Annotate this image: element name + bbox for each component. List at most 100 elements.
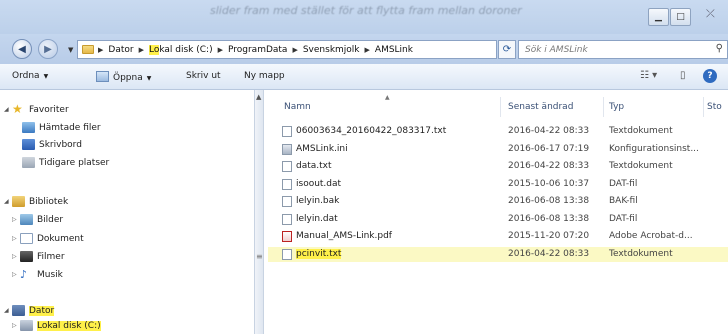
collapse-icon[interactable]: ▷ [12,253,20,260]
table-row[interactable]: pcinvit.txt 2016-04-22 08:33 Textdokument [268,246,728,262]
chevron-down-icon: ▼ [146,75,152,82]
file-name: Manual_AMS-Link.pdf [296,231,392,241]
window-title-blurred: slider fram med stället för att flytta f… [210,4,522,17]
pictures-icon [20,214,33,225]
file-type: DAT-fil [609,178,638,189]
chevron-right-icon[interactable]: ▶ [218,46,223,54]
open-button[interactable]: Öppna ▼ [96,71,151,83]
pdf-file-icon [282,231,292,242]
chevron-right-icon: ▶ [98,45,104,54]
column-header-size[interactable]: Sto [703,97,728,117]
file-name: pcinvit.txt [296,248,342,259]
arrow-left-icon: ◀ [18,43,26,55]
expand-icon[interactable]: ◢ [4,307,12,314]
scroll-grip-icon[interactable]: ≡ [256,252,263,261]
maximize-button[interactable]: □ [670,8,691,26]
config-file-icon [282,143,292,155]
nav-libraries-label: Bibliotek [29,196,69,207]
file-date: 2016-06-17 07:19 [508,143,590,154]
table-row[interactable]: Manual_AMS-Link.pdf 2015-11-20 07:20 Adobe… [268,229,728,244]
file-name: data.txt [296,161,332,171]
nav-recent[interactable]: Tidigare platser [22,157,109,168]
organize-button[interactable]: Ordna ▼ [12,71,48,81]
column-divider[interactable] [500,97,501,117]
nav-favorites-label: Favoriter [29,104,69,115]
breadcrumb-dator[interactable]: Dator [108,45,133,55]
breadcrumb-svenskmjolk[interactable]: Svenskmjolk [303,45,360,55]
collapse-icon[interactable]: ▷ [12,235,20,242]
chevron-right-icon[interactable]: ▶ [365,46,370,54]
pane-splitter-scrollbar[interactable] [254,90,264,334]
nav-pictures-label: Bilder [37,214,64,225]
breadcrumb-amslink[interactable]: AMSLink [375,45,413,55]
file-type: BAK-fil [609,196,638,206]
nav-local-disk[interactable]: ▷ Lokal disk (C:) [12,320,101,331]
collapse-icon[interactable]: ▷ [12,322,20,329]
table-row[interactable]: 06003634_20160422_083317.txt 2016-04-22 0… [268,124,728,139]
nav-pictures[interactable]: ▷ Bilder [12,214,63,225]
back-button[interactable]: ◀ [12,39,32,59]
search-input[interactable]: Sök i AMSLink ⚲ [518,40,728,59]
breadcrumb-local-disk-rest: kal disk (C:) [159,44,213,55]
breadcrumb-highlight: Lo [148,44,160,55]
command-bar: Ordna ▼ Öppna ▼ Skriv ut Ny mapp ☷ ▾ ▯ ? [0,64,728,90]
expand-icon[interactable]: ◢ [4,106,12,113]
nav-documents[interactable]: ▷ Dokument [12,233,84,244]
table-row[interactable]: data.txt 2016-04-22 08:33 Textdokument [268,159,728,174]
file-name: 06003634_20160422_083317.txt [296,126,447,136]
chevron-right-icon[interactable]: ▶ [292,46,297,54]
open-label: Öppna [113,73,143,83]
refresh-button[interactable]: ⟳ [498,40,516,59]
table-row[interactable]: AMSLink.ini 2016-06-17 07:19 Konfiguration… [268,142,728,157]
column-header-type[interactable]: Typ [603,97,703,117]
table-row[interactable]: isoout.dat 2015-10-06 10:37 DAT-fil [268,177,728,192]
file-name: lelyin.bak [296,196,340,206]
close-button[interactable]: ⤫ [706,7,715,21]
nav-computer[interactable]: ◢ Dator [4,305,55,316]
computer-icon [12,305,25,316]
folder-icon [82,45,94,54]
nav-music-label: Musik [37,269,63,280]
preview-pane-icon[interactable]: ▯ [680,70,686,81]
star-icon: ★ [12,102,23,116]
column-header-name[interactable]: Namn [278,97,498,117]
help-icon[interactable]: ? [703,69,717,83]
nav-videos[interactable]: ▷ Filmer [12,251,65,262]
nav-libraries[interactable]: ◢ Bibliotek [4,196,68,207]
nav-favorites[interactable]: ◢ ★ Favoriter [4,102,69,116]
close-icon: ⤫ [706,7,715,20]
new-folder-button[interactable]: Ny mapp [244,71,285,81]
chevron-right-icon[interactable]: ▶ [139,46,144,54]
maximize-icon: □ [676,12,685,22]
videos-icon [20,251,33,262]
breadcrumb-programdata[interactable]: ProgramData [228,45,287,55]
address-bar[interactable]: ▶ Dator ▶ Lokal disk (C:) ▶ ProgramData … [77,40,565,59]
column-header-modified[interactable]: Senast ändrad [502,97,602,117]
table-row[interactable]: lelyin.dat 2016-06-08 13:38 DAT-fil [268,212,728,227]
minimize-button[interactable]: ▁ [648,8,669,26]
forward-button[interactable]: ▶ [38,39,58,59]
open-icon [96,71,109,82]
table-row[interactable]: lelyin.bak 2016-06-08 13:38 BAK-fil [268,194,728,209]
text-file-icon [282,248,292,260]
breadcrumb-local-disk[interactable]: Lokal disk (C:) [148,44,213,55]
file-date: 2015-10-06 10:37 [508,178,590,189]
file-type: Konfigurationsinst... [609,143,699,154]
chevron-down-icon: ▼ [43,73,49,80]
collapse-icon[interactable]: ▷ [12,271,20,278]
library-icon [12,196,25,207]
text-file-icon [282,178,292,190]
expand-icon[interactable]: ◢ [4,198,12,205]
collapse-icon[interactable]: ▷ [12,216,20,223]
print-button[interactable]: Skriv ut [186,71,221,81]
history-dropdown[interactable]: ▼ [68,46,73,54]
refresh-icon: ⟳ [502,44,512,55]
view-options-icon[interactable]: ☷ ▾ [640,70,657,81]
downloads-folder-icon [22,122,35,133]
nav-downloads[interactable]: Hämtade filer [22,122,101,133]
scroll-up-arrow[interactable]: ▲ [256,93,261,101]
search-icon[interactable]: ⚲ [716,43,723,54]
nav-desktop[interactable]: Skrivbord [22,139,82,150]
file-name: AMSLink.ini [296,143,348,154]
nav-music[interactable]: ▷ ♪ Musik [12,269,63,280]
